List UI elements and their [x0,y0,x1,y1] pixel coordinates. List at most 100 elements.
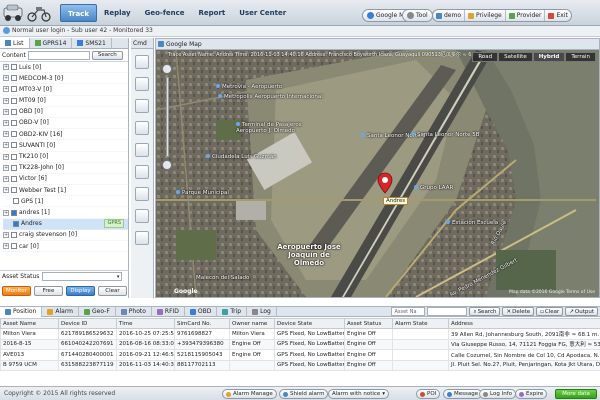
asset-checkbox[interactable] [11,120,17,127]
expire-button[interactable]: Expire [515,389,548,399]
more-data-button[interactable]: More data [555,389,597,399]
grid-column-header[interactable]: Device State [274,318,345,329]
message-button[interactable]: Message [443,389,483,399]
grid-column-header[interactable]: SimCard No. [174,318,230,329]
tab-position[interactable]: Position [0,306,43,317]
vehicle-marker-icon[interactable] [377,172,393,194]
route-icon[interactable] [135,99,149,113]
asset-tree-item[interactable]: + Webber Test [1] [3,185,128,197]
asset-tree-item[interactable]: + TK210 [0] [3,152,128,163]
marker-icon[interactable] [135,165,149,179]
free-button[interactable]: Free [34,286,63,296]
locate-icon[interactable] [135,77,149,91]
privilege-button[interactable]: Privilege [465,10,506,21]
tab-sms[interactable]: SMS21 [72,38,112,48]
expand-icon[interactable]: + [3,120,9,127]
user-demo-button[interactable]: demo [433,10,466,21]
asset-checkbox[interactable] [11,187,17,194]
expand-icon[interactable]: + [3,108,9,115]
expand-icon[interactable]: + [3,164,9,171]
map-type-hybrid[interactable]: Hybrid [532,52,566,62]
asset-tree-item[interactable]: Andres GPRS [3,218,128,230]
tab-trip[interactable]: Trip [217,306,248,317]
tab-obd[interactable]: OBD [185,306,218,317]
table-row[interactable]: 2016-8-15 661040242207691 2016-08-16 08:33… [0,338,600,350]
expand-icon[interactable]: + [3,64,9,71]
geofence-icon[interactable] [135,121,149,135]
table-row[interactable]: AVE013 671440280400001 2016-09-21 12:46:55… [0,349,600,361]
grid-column-header[interactable]: Address [448,318,600,329]
expand-icon[interactable]: + [3,142,9,149]
tab-list[interactable]: List [0,38,30,48]
vehicle-marker-label[interactable]: Andres [383,197,409,205]
map-tab[interactable]: Google Map [156,39,599,50]
shield-alarm-button[interactable]: Shield alarm [279,389,329,399]
expand-icon[interactable]: + [3,175,9,182]
asset-tree-item[interactable]: + OBD2-KIV [16] [3,129,128,141]
cmd-tab[interactable]: Cmd [131,38,153,49]
asset-tree-item[interactable]: + MT03-V [0] [3,84,128,96]
asset-checkbox[interactable] [11,142,17,149]
tab-gprs[interactable]: GPRS14 [30,38,73,48]
exit-button[interactable]: Exit [545,10,570,21]
zoom-slider[interactable] [165,77,169,157]
asset-tree-item[interactable]: + MT09 [0] [3,96,128,107]
tab-geo-f[interactable]: Geo-F [79,306,116,317]
delete-button[interactable]: ✕ Delete [502,307,535,316]
asset-checkbox[interactable] [11,231,17,238]
expand-icon[interactable]: + [3,209,9,216]
map-type-terrain[interactable]: Terrain [565,52,596,62]
asset-tree-item[interactable]: GPS [1] [3,196,128,208]
layer-icon[interactable] [135,209,149,223]
asset-tree-item[interactable]: + TK228-John [0] [3,163,128,174]
tab-photo[interactable]: Photo [116,306,152,317]
satellite-map[interactable]: Trace Asset Name: Andres Time: 2016-11-0… [156,50,599,297]
asset-tree-item[interactable]: + car [0] [3,241,128,253]
expand-icon[interactable]: + [3,231,9,238]
alarm-notice-select[interactable]: Alarm with notice ▾ [328,389,390,399]
alarm-manage-button[interactable]: Alarm Manage [222,389,277,399]
grid-search-button[interactable]: ⌕ Search [469,307,501,316]
log-info-button[interactable]: Log Info [479,389,516,399]
nav-tab-track[interactable]: Track [60,4,97,22]
asset-checkbox[interactable] [13,220,19,227]
tab-alarm[interactable]: Alarm [42,306,80,317]
settings-icon[interactable] [135,231,149,245]
clear-grid-button[interactable]: ▫ Clear [536,307,564,316]
asset-tree-item[interactable]: + craig stevenson [0] [3,230,128,241]
provider-button[interactable]: Provider [506,10,546,21]
filter-input[interactable] [427,307,468,316]
asset-tree-item[interactable]: + OBD [0] [3,107,128,118]
map-type-road[interactable]: Road [472,52,499,62]
monitor-button[interactable]: Monitor [2,286,31,296]
asset-checkbox[interactable] [11,86,17,93]
table-row[interactable]: Milton Viera 621789186529632 2016-10-25 07… [0,328,600,340]
clear-button[interactable]: Clear [98,286,127,296]
asset-checkbox[interactable] [11,131,17,138]
asset-tree-item[interactable]: + SUVANTI [0] [3,140,128,152]
nav-tab-user-center[interactable]: User Center [232,4,293,22]
expand-icon[interactable]: + [3,86,9,93]
search-button[interactable]: Search [91,50,123,60]
asset-checkbox[interactable] [11,64,17,71]
map-type-satellite[interactable]: Satellite [498,52,533,62]
grid-column-header[interactable]: Device ID [58,318,117,329]
asset-tree-item[interactable]: + Luis [0] [3,62,128,74]
asset-checkbox[interactable] [11,97,17,104]
zoom-control[interactable] [162,64,172,174]
asset-checkbox[interactable] [11,75,17,82]
grid-column-header[interactable]: Time [116,318,175,329]
grid-column-header[interactable]: Asset Name [0,318,59,329]
asset-checkbox[interactable] [11,243,17,250]
asset-tree-item[interactable]: + andres [1] [3,207,128,219]
display-button[interactable]: Display [66,286,95,296]
asset-checkbox[interactable] [11,175,17,182]
expand-icon[interactable]: + [3,75,9,82]
fullscreen-icon[interactable] [135,55,149,69]
grid-column-header[interactable]: Owner name [229,318,275,329]
asset-status-select[interactable]: ▾ [42,272,123,281]
measure-icon[interactable] [135,143,149,157]
content-input[interactable] [27,50,90,60]
poi-icon[interactable] [135,187,149,201]
expand-icon[interactable]: + [3,187,9,194]
